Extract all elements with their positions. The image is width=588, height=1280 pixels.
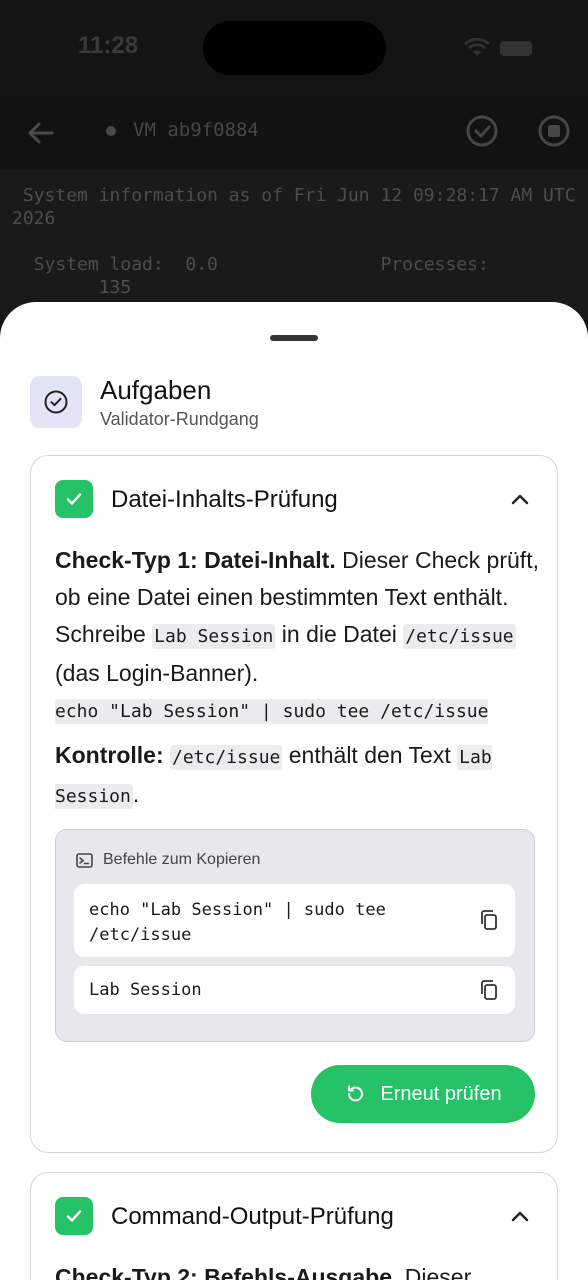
copy-commands-box: Befehle zum Kopieren echo "Lab Session" … bbox=[55, 829, 535, 1042]
refresh-icon bbox=[348, 1085, 364, 1102]
retry-check-button[interactable]: Erneut prüfen bbox=[311, 1065, 535, 1123]
vm-label: VM ab9f0884 bbox=[133, 119, 259, 141]
retry-label: Erneut prüfen bbox=[380, 1082, 502, 1105]
task-card: Datei-Inhalts-Prüfung Check-Typ 1: Datei… bbox=[30, 455, 558, 1153]
back-arrow-icon[interactable] bbox=[24, 117, 56, 149]
copy-header-label: Befehle zum Kopieren bbox=[103, 851, 261, 868]
sheet-subtitle: Validator-Rundgang bbox=[100, 409, 259, 429]
vm-status-dot bbox=[106, 126, 116, 136]
check-type-label: Check-Typ 2: Befehls-Ausgabe. bbox=[55, 1264, 399, 1280]
control-description: Kontrolle: /etc/issue enthält den Text L… bbox=[55, 737, 539, 815]
chevron-up-icon[interactable] bbox=[509, 1205, 531, 1227]
copy-icon[interactable] bbox=[477, 908, 501, 932]
terminal-icon bbox=[76, 852, 93, 868]
task-title: Command-Output-Prüfung bbox=[111, 1203, 394, 1230]
desc-text: in die Datei bbox=[275, 621, 404, 647]
inline-code: Lab Session bbox=[152, 624, 276, 649]
sheet-grabber[interactable] bbox=[270, 335, 318, 341]
task-description: Check-Typ 1: Datei-Inhalt. Dieser Check … bbox=[55, 542, 539, 692]
sheet-title: Aufgaben bbox=[100, 375, 212, 405]
wifi-icon bbox=[464, 38, 490, 56]
chevron-up-icon[interactable] bbox=[509, 488, 531, 510]
task-title: Datei-Inhalts-Prüfung bbox=[111, 486, 338, 513]
desc-text: Dieser bbox=[398, 1264, 472, 1280]
control-text: . bbox=[132, 781, 140, 807]
status-bar: 11:28 bbox=[0, 0, 588, 95]
tasks-sheet: Aufgaben Validator-Rundgang Datei-Inhalt… bbox=[0, 302, 588, 1280]
task-done-checkbox[interactable] bbox=[55, 480, 93, 518]
check-type-label: Check-Typ 1: Datei-Inhalt. bbox=[55, 547, 336, 573]
terminal-header bbox=[0, 95, 588, 170]
task-done-checkbox[interactable] bbox=[55, 1197, 93, 1235]
copy-header: Befehle zum Kopieren bbox=[76, 851, 260, 869]
copy-command-item[interactable]: echo "Lab Session" | sudo tee /etc/issue bbox=[74, 884, 515, 957]
copy-icon[interactable] bbox=[477, 978, 501, 1002]
status-time: 11:28 bbox=[78, 32, 139, 59]
desc-text: (das Login-Banner). bbox=[55, 660, 259, 686]
dynamic-island bbox=[203, 21, 386, 75]
task-card: Command-Output-Prüfung Check-Typ 2: Befe… bbox=[30, 1172, 558, 1280]
stop-circle-icon[interactable] bbox=[537, 114, 571, 148]
terminal-output: System information as of Fri Jun 12 09:2… bbox=[12, 185, 576, 298]
copy-command-text: echo "Lab Session" | sudo tee /etc/issue bbox=[89, 900, 386, 945]
tasks-icon-tile bbox=[30, 376, 82, 428]
check-circle-icon bbox=[44, 390, 68, 414]
inline-code: /etc/issue bbox=[403, 624, 516, 649]
check-circle-icon[interactable] bbox=[465, 114, 499, 148]
checkmark-icon bbox=[66, 493, 82, 505]
checkmark-icon bbox=[66, 1210, 82, 1222]
inline-code: /etc/issue bbox=[170, 745, 283, 770]
control-text: enthält den Text bbox=[282, 742, 458, 768]
status-icons bbox=[464, 38, 532, 58]
task-description: Check-Typ 2: Befehls-Ausgabe. Dieser bbox=[55, 1259, 539, 1280]
command-code-line: echo "Lab Session" | sudo tee /etc/issue bbox=[55, 699, 489, 724]
control-label: Kontrolle: bbox=[55, 742, 164, 768]
copy-command-text: Lab Session bbox=[89, 980, 202, 1000]
copy-command-item[interactable]: Lab Session bbox=[74, 966, 515, 1014]
battery-icon bbox=[500, 40, 532, 56]
